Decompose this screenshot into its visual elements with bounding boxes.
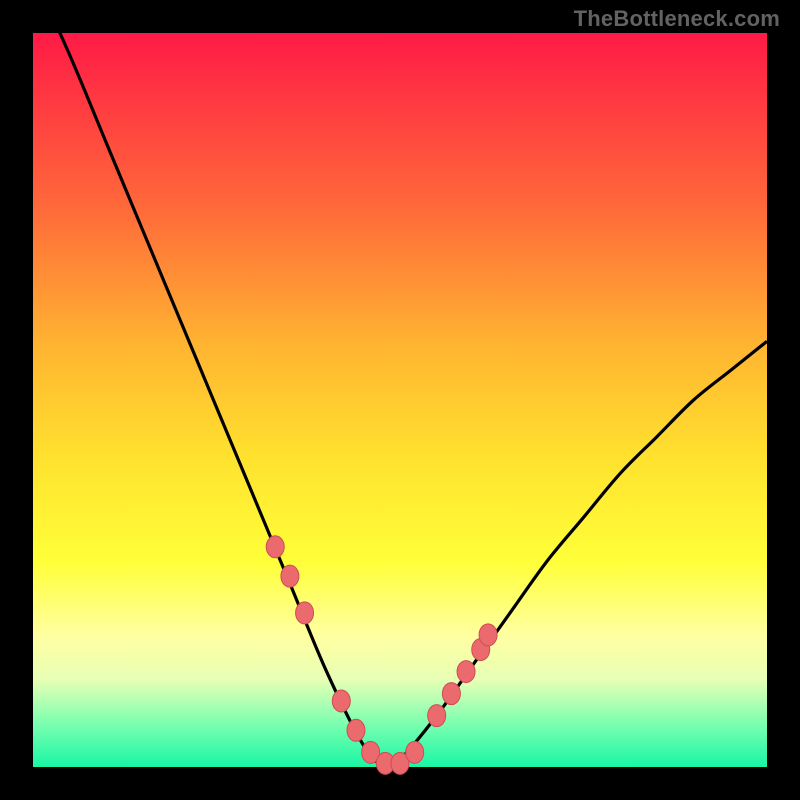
curve-marker bbox=[347, 719, 365, 741]
curve-markers bbox=[266, 536, 497, 775]
curve-marker bbox=[281, 565, 299, 587]
bottleneck-curve bbox=[33, 0, 767, 768]
curve-marker bbox=[266, 536, 284, 558]
curve-marker bbox=[428, 705, 446, 727]
chart-frame: TheBottleneck.com bbox=[0, 0, 800, 800]
curve-marker bbox=[442, 683, 460, 705]
curve-marker bbox=[457, 661, 475, 683]
curve-marker bbox=[479, 624, 497, 646]
plot-area bbox=[33, 33, 767, 767]
curve-marker bbox=[296, 602, 314, 624]
curve-marker bbox=[406, 741, 424, 763]
curve-marker bbox=[332, 690, 350, 712]
watermark-text: TheBottleneck.com bbox=[574, 6, 780, 32]
curve-svg bbox=[33, 33, 767, 767]
